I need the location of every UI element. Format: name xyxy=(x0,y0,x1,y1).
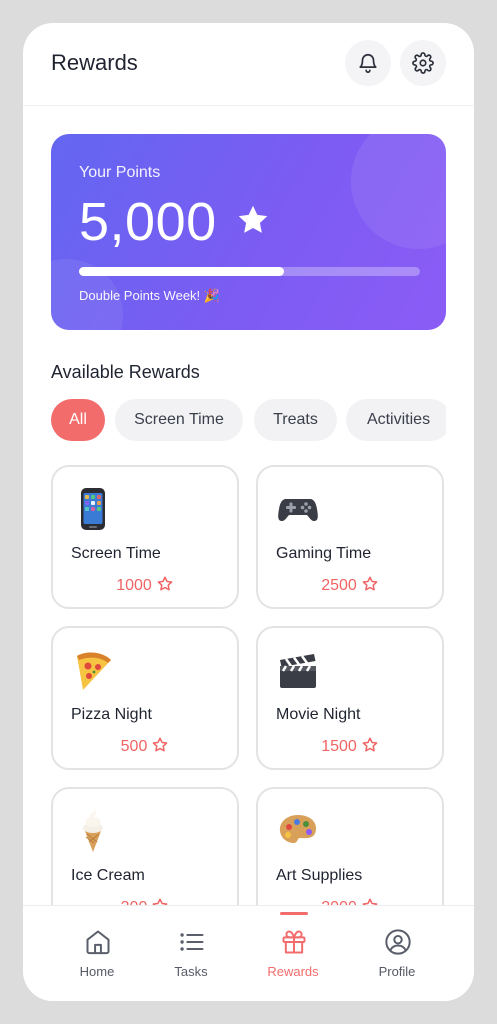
nav-item-tasks[interactable]: Tasks xyxy=(136,906,246,1001)
star-outline-icon xyxy=(362,576,378,591)
reward-cost-value: 500 xyxy=(120,738,148,755)
nav-item-profile[interactable]: Profile xyxy=(342,906,452,1001)
reward-card-art-supplies[interactable]: Art Supplies 2000 xyxy=(256,787,444,905)
reward-cost: 1500 xyxy=(258,736,442,756)
reward-name: Ice Cream xyxy=(71,867,145,884)
bottom-nav: Home Tasks Rewards Profile xyxy=(23,905,474,1001)
reward-card-pizza-night[interactable]: Pizza Night 500 xyxy=(51,626,239,770)
reward-cost: 1000 xyxy=(53,575,237,595)
filter-chip-treats[interactable]: Treats xyxy=(254,399,337,441)
points-label: Your Points xyxy=(79,164,161,181)
star-icon xyxy=(238,205,268,233)
points-value: 5,000 xyxy=(79,192,217,252)
reward-cost-value: 2500 xyxy=(321,577,357,594)
bell-icon xyxy=(359,54,377,73)
home-icon xyxy=(86,930,110,955)
reward-name: Screen Time xyxy=(71,545,161,562)
filter-chips: All Screen Time Treats Activities xyxy=(51,399,446,441)
star-outline-icon xyxy=(152,737,168,752)
star-outline-icon xyxy=(362,737,378,752)
reward-cost: 300 xyxy=(53,897,237,905)
star-outline-icon xyxy=(152,898,168,905)
palette-icon xyxy=(278,809,318,853)
gamepad-icon xyxy=(278,487,318,531)
gear-icon xyxy=(412,52,434,74)
reward-cost: 2500 xyxy=(258,575,442,595)
notifications-button[interactable] xyxy=(345,40,391,86)
reward-name: Gaming Time xyxy=(276,545,372,562)
reward-name: Pizza Night xyxy=(71,706,152,723)
section-title: Available Rewards xyxy=(51,362,200,382)
reward-card-movie-night[interactable]: Movie Night 1500 xyxy=(256,626,444,770)
points-progress-fill xyxy=(79,267,284,276)
app-header: Rewards xyxy=(23,23,474,106)
filter-chip-screen-time[interactable]: Screen Time xyxy=(115,399,243,441)
phone-screen: Rewards Your Points 5,000 Double Points … xyxy=(23,23,474,1001)
nav-label: Tasks xyxy=(174,964,208,979)
reward-cost: 2000 xyxy=(258,897,442,905)
reward-cost-value: 1500 xyxy=(321,738,357,755)
active-indicator xyxy=(280,912,308,915)
phone-icon xyxy=(73,487,113,531)
star-outline-icon xyxy=(157,576,173,591)
nav-label: Profile xyxy=(378,964,416,979)
profile-icon xyxy=(385,929,411,955)
list-icon xyxy=(180,933,204,951)
decorative-circle xyxy=(351,134,446,249)
filter-chip-activities[interactable]: Activities xyxy=(346,399,446,441)
reward-cost-value: 1000 xyxy=(116,577,152,594)
rewards-grid: Screen Time 1000 Gaming Time 2500 Pizza … xyxy=(23,463,474,905)
reward-card-gaming-time[interactable]: Gaming Time 2500 xyxy=(256,465,444,609)
reward-card-screen-time[interactable]: Screen Time 1000 xyxy=(51,465,239,609)
nav-label: Rewards xyxy=(267,964,319,979)
reward-card-ice-cream[interactable]: Ice Cream 300 xyxy=(51,787,239,905)
filter-chip-all[interactable]: All xyxy=(51,399,105,441)
star-outline-icon xyxy=(362,898,378,905)
ice-cream-icon xyxy=(73,809,113,853)
page-title: Rewards xyxy=(51,50,138,75)
settings-button[interactable] xyxy=(400,40,446,86)
clapper-icon xyxy=(278,648,318,692)
reward-name: Movie Night xyxy=(276,706,361,723)
reward-name: Art Supplies xyxy=(276,867,363,884)
pizza-icon xyxy=(73,648,113,692)
nav-item-rewards[interactable]: Rewards xyxy=(238,906,348,1001)
points-progress-bar xyxy=(79,267,420,276)
promo-text: Double Points Week! 🎉 xyxy=(79,288,220,303)
gift-icon xyxy=(282,930,306,954)
points-card: Your Points 5,000 Double Points Week! 🎉 xyxy=(51,134,446,330)
reward-cost: 500 xyxy=(53,736,237,756)
